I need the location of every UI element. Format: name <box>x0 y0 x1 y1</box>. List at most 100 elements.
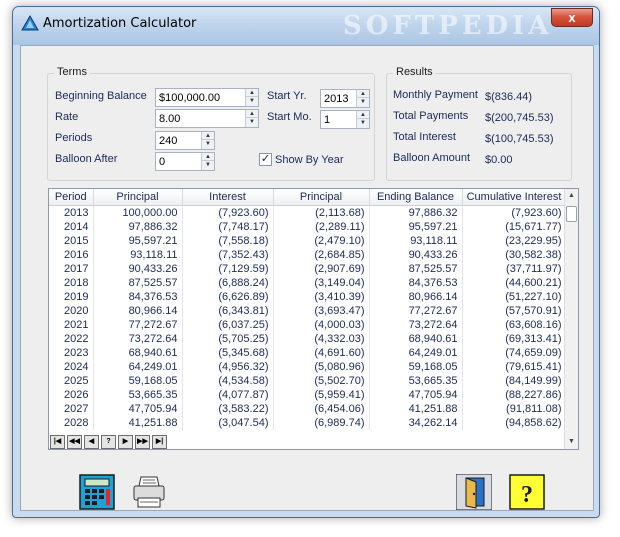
rate-field[interactable]: 8.00 ▲ ▼ <box>155 109 259 128</box>
column-header-period[interactable]: Period <box>49 189 94 206</box>
exit-door-icon[interactable] <box>456 474 492 510</box>
periods-stepper[interactable]: ▲ ▼ <box>201 132 214 149</box>
table-cell: 95,597.21 <box>369 219 463 234</box>
table-cell: (6,454.06) <box>273 401 370 416</box>
table-cell: (5,705.25) <box>182 331 274 346</box>
nav-next-button[interactable]: ▶ <box>118 435 133 449</box>
start-yr-field[interactable]: 2013 ▲ ▼ <box>320 89 370 108</box>
scroll-up-icon[interactable]: ▲ <box>565 189 578 203</box>
table-cell: (2,289.11) <box>273 219 370 234</box>
table-cell: 2024 <box>49 359 94 374</box>
scroll-thumb[interactable] <box>566 206 577 222</box>
table-row[interactable]: 2024 64,249.01 (4,956.32) (5,080.96) 59,168.… <box>49 359 567 374</box>
start-mo-stepper[interactable]: ▲ ▼ <box>356 111 369 128</box>
table-cell: (30,582.38) <box>462 247 567 262</box>
table-row[interactable]: 2015 95,597.21 (7,558.18) (2,479.10) 93,118.… <box>49 233 567 248</box>
table-cell: (74,659.09) <box>462 345 567 360</box>
table-cell: (6,037.25) <box>182 317 274 332</box>
table-row[interactable]: 2023 68,940.61 (5,345.68) (4,691.60) 64,249.… <box>49 345 567 360</box>
table-cell: 100,000.00 <box>93 205 183 220</box>
table-row[interactable]: 2013 100,000.00 (7,923.60) (2,113.68) 97,886… <box>49 205 567 220</box>
table-cell: 90,433.26 <box>93 261 183 276</box>
table-cell: (3,583.22) <box>182 401 274 416</box>
nav-prev-page-button[interactable]: ◀◀ <box>67 435 82 449</box>
start-yr-stepper[interactable]: ▲ ▼ <box>356 90 369 107</box>
table-cell: (6,888.24) <box>182 275 274 290</box>
nav-next-page-button[interactable]: ▶▶ <box>135 435 150 449</box>
column-header-ending-balance[interactable]: Ending Balance <box>369 189 463 206</box>
table-row[interactable]: 2014 97,886.32 (7,748.17) (2,289.11) 95,597.… <box>49 219 567 234</box>
start-mo-field[interactable]: 1 ▲ ▼ <box>320 110 370 129</box>
amortization-table[interactable]: Period Principal Interest Principal Endi… <box>48 188 579 450</box>
nav-prev-button[interactable]: ◀ <box>84 435 99 449</box>
beginning-balance-field[interactable]: $100,000.00 ▲ ▼ <box>155 88 259 107</box>
table-row[interactable]: 2025 59,168.05 (4,534.58) (5,502.70) 53,665.… <box>49 373 567 388</box>
balloon-after-stepper[interactable]: ▲ ▼ <box>201 153 214 170</box>
column-header-principal-paid[interactable]: Principal <box>273 189 370 206</box>
total-payments-value: $(200,745.53) <box>485 112 554 124</box>
table-cell: 2013 <box>49 205 94 220</box>
table-cell: (7,923.60) <box>182 205 274 220</box>
nav-last-button[interactable]: ▶| <box>152 435 167 449</box>
table-cell: 47,705.94 <box>369 387 463 402</box>
start-yr-label: Start Yr. <box>267 90 307 102</box>
table-row[interactable]: 2019 84,376.53 (6,626.89) (3,410.39) 80,966.… <box>49 289 567 304</box>
table-row[interactable]: 2018 87,525.57 (6,888.24) (3,149.04) 84,376.… <box>49 275 567 290</box>
printer-icon[interactable] <box>131 474 167 510</box>
table-row[interactable]: 2021 77,272.67 (6,037.25) (4,000.03) 73,272.… <box>49 317 567 332</box>
rate-stepper[interactable]: ▲ ▼ <box>245 110 258 127</box>
table-cell: (4,691.60) <box>273 345 370 360</box>
nav-first-button[interactable]: |◀ <box>50 435 65 449</box>
monthly-payment-label: Monthly Payment <box>393 89 478 101</box>
table-cell: (37,711.97) <box>462 261 567 276</box>
table-cell: 59,168.05 <box>369 359 463 374</box>
table-row[interactable]: 2027 47,705.94 (3,583.22) (6,454.06) 41,251.… <box>49 401 567 416</box>
table-cell: 2014 <box>49 219 94 234</box>
table-cell: 64,249.01 <box>369 345 463 360</box>
table-cell: 68,940.61 <box>93 345 183 360</box>
balloon-amount-label: Balloon Amount <box>393 152 471 164</box>
total-interest-value: $(100,745.53) <box>485 133 554 145</box>
watermark: SOFTPEDIA <box>343 11 553 41</box>
table-row[interactable]: 2028 41,251.88 (3,047.54) (6,989.74) 34,262.… <box>49 415 567 430</box>
column-header-principal[interactable]: Principal <box>93 189 183 206</box>
show-by-year-checkbox[interactable]: ✓ <box>259 153 272 166</box>
nav-help-button[interactable]: ? <box>101 435 116 449</box>
table-cell: (5,502.70) <box>273 373 370 388</box>
table-row[interactable]: 2026 53,665.35 (4,077.87) (5,959.41) 47,705.… <box>49 387 567 402</box>
table-cell: 53,665.35 <box>93 387 183 402</box>
table-cell: 2017 <box>49 261 94 276</box>
table-cell: 73,272.64 <box>93 331 183 346</box>
table-cell: 64,249.01 <box>93 359 183 374</box>
table-cell: (3,047.54) <box>182 415 274 430</box>
table-cell: (91,811.08) <box>462 401 567 416</box>
periods-field[interactable]: 240 ▲ ▼ <box>155 131 215 150</box>
table-cell: (57,570.91) <box>462 303 567 318</box>
show-by-year-label: Show By Year <box>275 154 344 166</box>
vertical-scrollbar[interactable]: ▲ ▼ <box>564 189 578 449</box>
table-cell: 84,376.53 <box>93 289 183 304</box>
table-row[interactable]: 2022 73,272.64 (5,705.25) (4,332.03) 68,940.… <box>49 331 567 346</box>
balloon-after-field[interactable]: 0 ▲ ▼ <box>155 152 215 171</box>
scroll-down-icon[interactable]: ▼ <box>565 435 578 449</box>
table-cell: (23,229.95) <box>462 233 567 248</box>
beginning-balance-stepper[interactable]: ▲ ▼ <box>245 89 258 106</box>
table-cell: 68,940.61 <box>369 331 463 346</box>
help-icon[interactable]: ? <box>509 474 545 510</box>
table-cell: (6,343.81) <box>182 303 274 318</box>
close-button[interactable]: x <box>551 8 593 27</box>
table-cell: 2020 <box>49 303 94 318</box>
table-cell: 77,272.67 <box>93 317 183 332</box>
title-bar[interactable]: Amortization Calculator SOFTPEDIA x <box>13 7 599 45</box>
table-cell: 2018 <box>49 275 94 290</box>
table-cell: 80,966.14 <box>93 303 183 318</box>
table-cell: 93,118.11 <box>369 233 463 248</box>
calculator-icon[interactable] <box>79 474 115 510</box>
column-header-interest[interactable]: Interest <box>182 189 274 206</box>
table-row[interactable]: 2016 93,118.11 (7,352.43) (2,684.85) 90,433.… <box>49 247 567 262</box>
table-row[interactable]: 2020 80,966.14 (6,343.81) (3,693.47) 77,272.… <box>49 303 567 318</box>
column-header-cumulative-interest[interactable]: Cumulative Interest <box>462 189 567 206</box>
table-cell: (2,684.85) <box>273 247 370 262</box>
table-cell: (3,693.47) <box>273 303 370 318</box>
table-row[interactable]: 2017 90,433.26 (7,129.59) (2,907.69) 87,525.… <box>49 261 567 276</box>
